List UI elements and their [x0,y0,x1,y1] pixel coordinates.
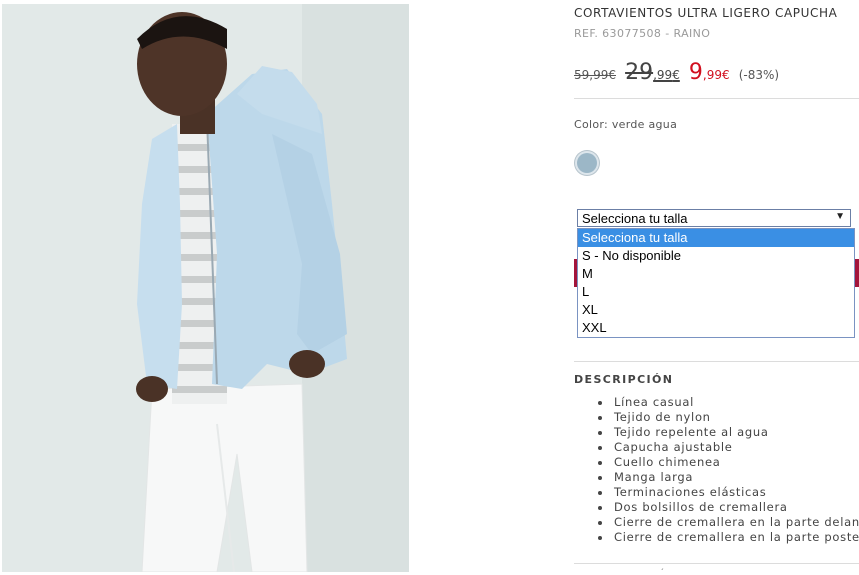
description-heading[interactable]: DESCRIPCIÓN [574,373,673,386]
previous-price: 29,99€ [625,60,680,85]
divider [574,98,859,99]
description-list: Línea casual Tejido de nylon Tejido repe… [574,395,859,545]
size-option-m[interactable]: M [578,265,854,283]
list-item: Cuello chimenea [574,455,859,470]
size-option-xl[interactable]: XL [578,301,854,319]
list-item: Tejido repelente al agua [574,425,859,440]
size-dropdown-list: Selecciona tu talla S - No disponible M … [577,228,855,338]
divider [574,361,859,362]
product-ref: REF. 63077508 - RAINO [574,27,711,40]
color-swatch-verde-agua[interactable] [577,153,597,173]
discount-badge: (-83%) [738,68,780,82]
list-item: Cierre de cremallera en la parte delan [574,515,859,530]
color-label: Color: verde agua [574,118,678,131]
price-block: 59,99€ 29,99€ 9,99€ (-83%) [574,60,779,90]
current-price: 9,99€ [688,60,730,85]
triangle-down-icon: ▼ [835,211,845,222]
size-select[interactable]: Selecciona tu talla ▼ [577,209,851,227]
list-item: Dos bolsillos de cremallera [574,500,859,515]
size-option-xxl[interactable]: XXL [578,319,854,337]
product-image[interactable] [2,4,409,572]
product-title: CORTAVIENTOS ULTRA LIGERO CAPUCHA [574,6,838,20]
size-option-s[interactable]: S - No disponible [578,247,854,265]
size-select-value: Selecciona tu talla [582,211,688,226]
list-item: Cierre de cremallera en la parte poste [574,530,859,545]
next-section-glyph: ´ [660,568,664,575]
product-info: CORTAVIENTOS ULTRA LIGERO CAPUCHA REF. 6… [574,0,859,575]
model-illustration [2,4,409,572]
size-option-l[interactable]: L [578,283,854,301]
list-item: Tejido de nylon [574,410,859,425]
list-item: Terminaciones elásticas [574,485,859,500]
original-price: 59,99€ [574,68,616,82]
list-item: Manga larga [574,470,859,485]
size-option-placeholder[interactable]: Selecciona tu talla [578,229,854,247]
divider [574,563,859,564]
list-item: Capucha ajustable [574,440,859,455]
list-item: Línea casual [574,395,859,410]
